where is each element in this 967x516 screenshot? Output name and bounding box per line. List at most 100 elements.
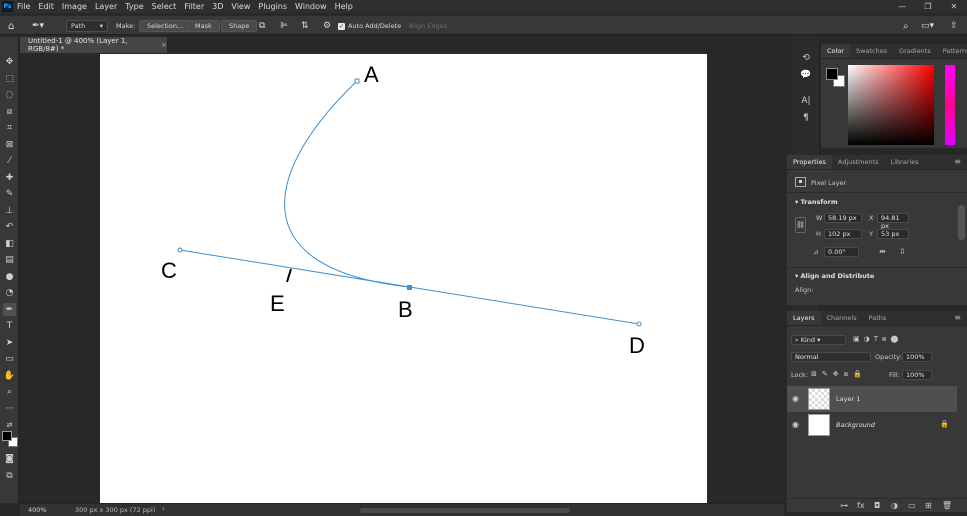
menu-layer[interactable]: Layer: [95, 0, 117, 13]
tab-gradients[interactable]: Gradients: [893, 44, 937, 58]
menu-select[interactable]: Select: [152, 0, 177, 13]
zoom-tool-icon[interactable]: ⌕: [3, 385, 16, 398]
close-tab-icon[interactable]: ×: [161, 41, 167, 49]
stamp-tool-icon[interactable]: ⊥: [3, 204, 16, 217]
restore-button[interactable]: ❐: [915, 0, 941, 13]
new-layer-icon[interactable]: ⊞: [925, 501, 932, 510]
chevron-right-icon[interactable]: ›: [162, 505, 165, 513]
link-layers-icon[interactable]: ⊶: [840, 501, 848, 510]
frame-tool-icon[interactable]: ⊠: [3, 138, 16, 151]
pen-tool-icon[interactable]: ✒: [3, 303, 16, 316]
menu-image[interactable]: Image: [62, 0, 87, 13]
layer-row-layer-1[interactable]: ◉ Layer 1: [787, 386, 957, 412]
comments-panel-icon[interactable]: 💬: [799, 69, 813, 81]
make-mask-button[interactable]: Mask: [187, 20, 220, 32]
blend-mode-select[interactable]: Normal: [791, 352, 871, 362]
foreground-color-swatch[interactable]: [826, 68, 838, 80]
panel-menu-icon[interactable]: ≡: [954, 155, 961, 169]
gradient-tool-icon[interactable]: ▤: [3, 253, 16, 266]
layer-filter-icons[interactable]: ▣◑T⧈⬤: [853, 335, 902, 344]
menu-window[interactable]: Window: [295, 0, 327, 13]
menu-type[interactable]: Type: [125, 0, 143, 13]
history-panel-icon[interactable]: ⟲: [799, 52, 813, 64]
move-tool-icon[interactable]: ✥: [3, 55, 16, 68]
horizontal-scrollbar[interactable]: [360, 508, 570, 513]
hand-tool-icon[interactable]: ✋: [3, 369, 16, 382]
tab-properties[interactable]: Properties: [787, 155, 832, 169]
character-panel-icon[interactable]: A|: [799, 95, 813, 107]
eye-icon[interactable]: ◉: [792, 420, 799, 429]
x-field[interactable]: 94.81 px: [877, 213, 909, 230]
y-field[interactable]: 53 px: [877, 229, 909, 239]
canvas[interactable]: A B C D E: [100, 54, 707, 503]
type-tool-icon[interactable]: T: [3, 319, 16, 332]
path-alignment-icon[interactable]: ⊫: [280, 20, 288, 32]
height-field[interactable]: 102 px: [824, 229, 862, 239]
workspace-icon[interactable]: ▭▾: [921, 20, 934, 32]
healing-brush-tool-icon[interactable]: ✚: [3, 171, 16, 184]
menu-file[interactable]: File: [17, 0, 30, 13]
angle-field[interactable]: 0.00°: [824, 247, 859, 257]
blur-tool-icon[interactable]: ●: [3, 270, 16, 283]
path-operations-icon[interactable]: ⧉: [259, 20, 265, 32]
brush-tool-icon[interactable]: ✎: [3, 187, 16, 200]
adjustment-layer-icon[interactable]: ◑: [891, 501, 898, 510]
new-group-icon[interactable]: ▭: [908, 501, 916, 510]
fx-icon[interactable]: fx: [857, 501, 865, 510]
anchor-point-c[interactable]: [177, 247, 183, 253]
tab-layers[interactable]: Layers: [787, 311, 821, 325]
share-icon[interactable]: ⇪: [950, 20, 958, 32]
auto-add-delete-checkbox[interactable]: ✓ Auto Add/Delete: [338, 20, 401, 32]
tab-libraries[interactable]: Libraries: [885, 155, 925, 169]
history-brush-tool-icon[interactable]: ↶: [3, 220, 16, 233]
close-button[interactable]: ✕: [941, 0, 967, 13]
menu-plugins[interactable]: Plugins: [258, 0, 287, 13]
document-tab[interactable]: Untitled-1 @ 400% (Layer 1, RGB/8#) * ×: [20, 37, 168, 53]
layer-filter-select[interactable]: ⌕ Kind ▾: [791, 335, 846, 345]
rectangle-tool-icon[interactable]: ▭: [3, 352, 16, 365]
marquee-tool-icon[interactable]: ⬚: [3, 72, 16, 85]
crop-tool-icon[interactable]: ⌗: [3, 121, 16, 134]
align-section-header[interactable]: ▾ Align and Distribute: [795, 272, 874, 280]
panel-menu-icon[interactable]: ≡: [954, 311, 961, 325]
properties-scrollbar[interactable]: [958, 205, 965, 240]
trash-icon[interactable]: 🗑: [942, 501, 952, 510]
path-arrangement-icon[interactable]: ⇅: [301, 20, 309, 32]
curve-path-a-b[interactable]: [284, 80, 410, 288]
menu-help[interactable]: Help: [335, 0, 353, 13]
tab-paths[interactable]: Paths: [863, 311, 893, 325]
anchor-point-a[interactable]: [354, 78, 360, 84]
pen-mode-select[interactable]: Path ▾: [66, 20, 108, 32]
zoom-level[interactable]: 400%: [28, 506, 47, 514]
minimize-button[interactable]: —: [889, 0, 915, 13]
add-mask-icon[interactable]: ◘: [874, 501, 880, 510]
eye-icon[interactable]: ◉: [792, 394, 799, 403]
paragraph-panel-icon[interactable]: ¶: [799, 112, 813, 124]
anchor-point-d[interactable]: [636, 321, 642, 327]
pen-tool-preset-icon[interactable]: ✒▾: [32, 20, 44, 32]
tab-adjustments[interactable]: Adjustments: [832, 155, 885, 169]
gear-icon[interactable]: ⚙: [323, 20, 331, 32]
menu-view[interactable]: View: [231, 0, 250, 13]
object-select-tool-icon[interactable]: ⧈: [3, 105, 16, 118]
path-selection-tool-icon[interactable]: ➤: [3, 336, 16, 349]
search-icon[interactable]: ⌕: [903, 20, 909, 32]
foreground-background-swatches[interactable]: [2, 431, 19, 448]
eyedropper-tool-icon[interactable]: ⁄: [3, 154, 16, 167]
menu-filter[interactable]: Filter: [184, 0, 204, 13]
flip-vertical-icon[interactable]: ⇳: [899, 247, 906, 256]
menu-3d[interactable]: 3D: [212, 0, 223, 13]
tab-swatches[interactable]: Swatches: [850, 44, 893, 58]
link-icon[interactable]: ⛓: [795, 217, 806, 233]
color-picker-field[interactable]: [848, 65, 934, 145]
make-shape-button[interactable]: Shape: [221, 20, 258, 32]
opacity-field[interactable]: 100%: [902, 352, 932, 362]
flip-horizontal-icon[interactable]: ⇹: [879, 247, 886, 256]
dodge-tool-icon[interactable]: ◔: [3, 286, 16, 299]
foreground-color-swatch[interactable]: [2, 431, 12, 441]
lasso-tool-icon[interactable]: ◌: [3, 88, 16, 101]
tab-patterns[interactable]: Patterns: [937, 44, 967, 58]
tab-channels[interactable]: Channels: [821, 311, 863, 325]
transform-section-header[interactable]: ▾ Transform: [795, 198, 838, 206]
hue-slider[interactable]: [945, 65, 955, 145]
